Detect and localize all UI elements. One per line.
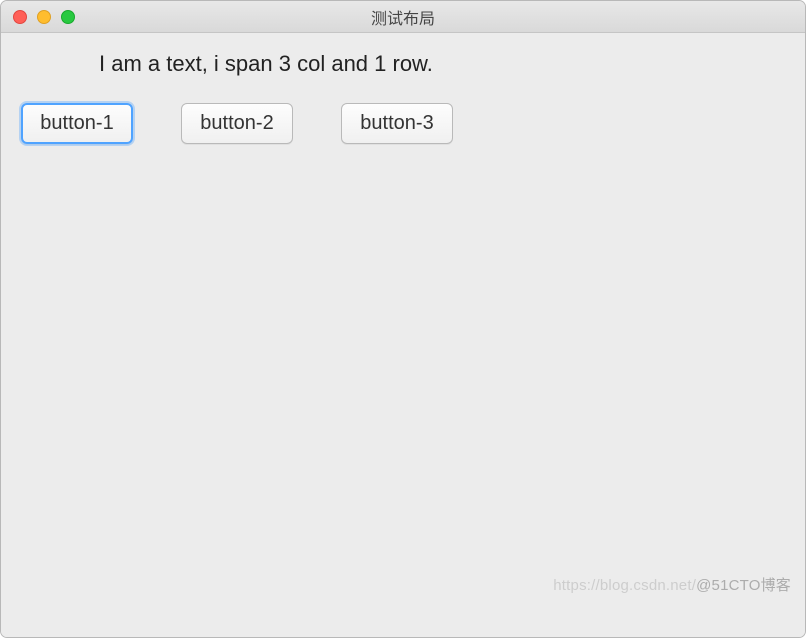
app-window: 测试布局 I am a text, i span 3 col and 1 row… [0, 0, 806, 638]
titlebar: 测试布局 [1, 1, 805, 33]
button-3[interactable]: button-3 [341, 103, 453, 144]
window-title: 测试布局 [1, 5, 805, 29]
minimize-icon[interactable] [37, 10, 51, 24]
button-1[interactable]: button-1 [21, 103, 133, 144]
maximize-icon[interactable] [61, 10, 75, 24]
watermark-text: @51CTO博客 [696, 577, 791, 594]
span-label: I am a text, i span 3 col and 1 row. [21, 51, 453, 77]
grid-layout: I am a text, i span 3 col and 1 row. but… [21, 51, 785, 144]
traffic-lights [1, 10, 75, 24]
content-area: I am a text, i span 3 col and 1 row. but… [1, 33, 805, 637]
watermark-url: https://blog.csdn.net/ [553, 577, 696, 594]
watermark: https://blog.csdn.net/@51CTO博客 [553, 574, 791, 595]
close-icon[interactable] [13, 10, 27, 24]
button-2[interactable]: button-2 [181, 103, 293, 144]
